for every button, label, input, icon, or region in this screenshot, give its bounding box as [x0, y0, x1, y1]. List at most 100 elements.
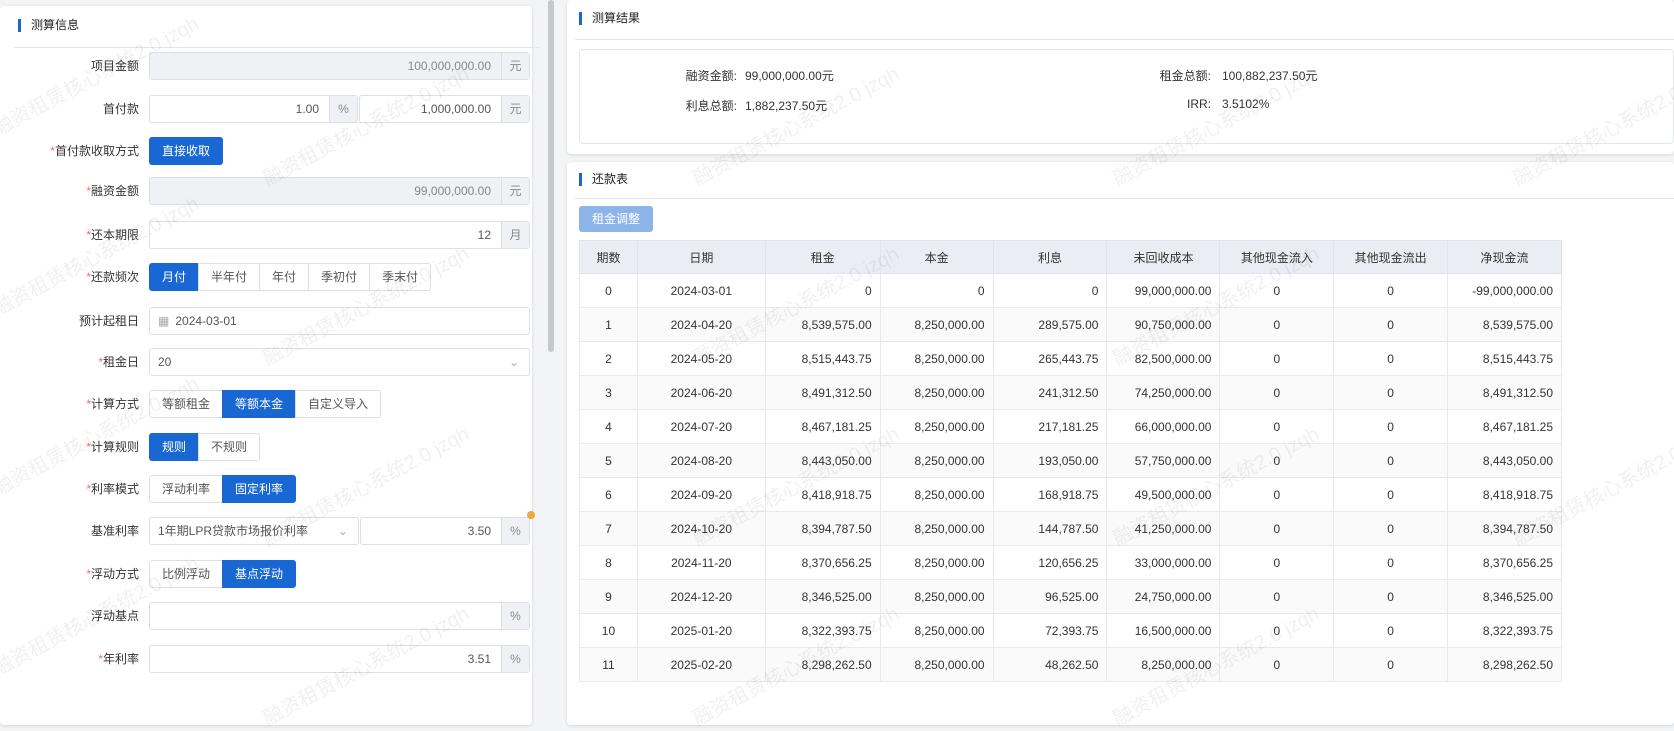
option-ratio-float[interactable]: 比例浮动 — [149, 560, 224, 588]
table-cell: 2025-01-20 — [636, 613, 766, 648]
row-down-payment: 首付款 1.00% 1,000,000.00 元 — [0, 95, 540, 123]
option-floating-rate[interactable]: 浮动利率 — [149, 475, 224, 503]
unit: 元 — [501, 178, 529, 204]
label: *年利率 — [98, 652, 139, 666]
table-cell: 0 — [1219, 477, 1335, 512]
table-row: 3 2024-06-20 8,491,312.50 8,250,000.00 241,3… — [579, 375, 1562, 410]
table-cell: 24,750,000.00 — [1106, 579, 1221, 614]
float-bp-input[interactable]: % — [149, 602, 530, 630]
table-cell: 193,050.00 — [992, 443, 1108, 478]
table-cell: 8,322,393.75 — [764, 613, 881, 648]
option-quarter-end[interactable]: 季末付 — [369, 263, 432, 291]
start-date-picker[interactable]: ▦ 2024-03-01 — [149, 307, 530, 335]
label: *利率模式 — [86, 482, 139, 496]
table-cell: 8,394,787.50 — [764, 511, 881, 546]
scrollbar[interactable] — [548, 0, 554, 352]
table-cell: 11 — [579, 647, 638, 682]
value: 100,000,000.00 — [407, 59, 491, 73]
table-cell: 8,418,918.75 — [764, 477, 881, 512]
table-cell: 6 — [579, 477, 638, 512]
table-cell: 2024-09-20 — [636, 477, 766, 512]
table-row: 2 2024-05-20 8,515,443.75 8,250,000.00 265,4… — [579, 341, 1562, 376]
table-cell: 8,250,000.00 — [879, 341, 994, 376]
value: 20 — [158, 355, 172, 369]
table-row: 0 2024-03-01 0 0 0 99,000,000.00 0 0 -99,000,000… — [579, 273, 1562, 308]
table-cell: 0 — [1333, 341, 1448, 376]
label: *计算规则 — [86, 440, 139, 454]
value: 12 — [477, 228, 491, 242]
table-cell: 0 — [1333, 579, 1448, 614]
table-cell: 8,370,656.25 — [1447, 545, 1562, 580]
option-quarter-start[interactable]: 季初付 — [308, 263, 371, 291]
column-header: 未回收成本 — [1106, 240, 1221, 274]
option-regular[interactable]: 规则 — [149, 433, 200, 461]
table-cell: 99,000,000.00 — [1106, 273, 1221, 308]
table-cell: 2024-05-20 — [636, 341, 766, 376]
table-cell: 8,539,575.00 — [1447, 307, 1562, 342]
option-annual[interactable]: 年付 — [259, 263, 310, 291]
option-semiannual[interactable]: 半年付 — [198, 263, 261, 291]
table-cell: 8,250,000.00 — [879, 613, 994, 648]
table-cell: 0 — [1333, 273, 1448, 308]
section-title: 测算信息 — [18, 19, 79, 32]
value: 3.50 — [467, 524, 491, 538]
table-cell: 8,515,443.75 — [1447, 341, 1562, 376]
divider — [14, 47, 540, 48]
table-row: 6 2024-09-20 8,418,918.75 8,250,000.00 168,9… — [579, 477, 1562, 512]
table-row: 4 2024-07-20 8,467,181.25 8,250,000.00 217,1… — [579, 409, 1562, 444]
row-finance-amount: *融资金额 99,000,000.00 元 — [0, 177, 540, 205]
option-irregular[interactable]: 不规则 — [198, 433, 261, 461]
table-cell: 2024-11-20 — [636, 545, 766, 580]
calc-method-radio-group: 等额租金 等额本金 自定义导入 — [149, 390, 382, 418]
option-equal-principal[interactable]: 等额本金 — [222, 390, 297, 418]
option-bp-float[interactable]: 基点浮动 — [222, 560, 297, 588]
table-cell: 2025-02-20 — [636, 647, 766, 682]
table-cell: 57,750,000.00 — [1106, 443, 1221, 478]
annual-rate-input[interactable]: 3.51% — [149, 645, 530, 673]
base-rate-select[interactable]: 1年期LPR贷款市场报价利率 ⌄ — [149, 517, 359, 545]
rent-day-select[interactable]: 20 ⌄ — [149, 348, 530, 376]
option-equal-rent[interactable]: 等额租金 — [149, 390, 224, 418]
table-cell: 90,750,000.00 — [1106, 307, 1221, 342]
down-payment-percent-input[interactable]: 1.00% — [149, 95, 358, 123]
table-cell: 2024-03-01 — [636, 273, 766, 308]
table-cell: 8,370,656.25 — [764, 545, 881, 580]
table-cell: 2024-07-20 — [636, 409, 766, 444]
section-title: 测算结果 — [579, 12, 640, 25]
table-cell: 241,312.50 — [992, 375, 1108, 410]
table-cell: 0 — [1219, 647, 1335, 682]
down-payment-amount-input[interactable]: 1,000,000.00 元 — [359, 95, 530, 123]
table-cell: 8,250,000.00 — [879, 477, 994, 512]
table-cell: 8,443,050.00 — [1447, 443, 1562, 478]
table-cell: 8,250,000.00 — [879, 375, 994, 410]
table-cell: 10 — [579, 613, 638, 648]
row-float-bp: 浮动基点 % — [0, 602, 540, 630]
row-calc-method: *计算方式 等额租金 等额本金 自定义导入 — [0, 390, 540, 418]
label: *融资金额 — [86, 184, 139, 198]
table-cell: 8,322,393.75 — [1447, 613, 1562, 648]
table-cell: 0 — [1219, 443, 1335, 478]
table-cell: 8,346,525.00 — [1447, 579, 1562, 614]
direct-collect-button[interactable]: 直接收取 — [149, 137, 224, 165]
finance-label: 融资金额: — [685, 69, 737, 83]
option-monthly[interactable]: 月付 — [149, 263, 200, 291]
label: *计算方式 — [86, 397, 139, 411]
option-custom-import[interactable]: 自定义导入 — [295, 390, 382, 418]
rent-adjust-button[interactable]: 租金调整 — [579, 206, 654, 232]
table-cell: 0 — [764, 273, 881, 308]
table-cell: 8,250,000.00 — [879, 409, 994, 444]
base-rate-input[interactable]: 3.50% — [360, 517, 530, 545]
table-cell: 8,250,000.00 — [1106, 647, 1221, 682]
table-cell: 120,656.25 — [992, 545, 1108, 580]
table-cell: 8,394,787.50 — [1447, 511, 1562, 546]
table-cell: 2 — [579, 341, 638, 376]
table-cell: 8,467,181.25 — [764, 409, 881, 444]
label: 预计起租日 — [78, 314, 139, 328]
row-frequency: *还款频次 月付 半年付 年付 季初付 季末付 — [0, 263, 540, 291]
table-cell: 265,443.75 — [992, 341, 1108, 376]
table-cell: 0 — [1219, 409, 1335, 444]
value: 1年期LPR贷款市场报价利率 — [158, 524, 309, 538]
term-input[interactable]: 12 月 — [149, 221, 530, 249]
option-fixed-rate[interactable]: 固定利率 — [222, 475, 297, 503]
table-cell: 7 — [579, 511, 638, 546]
